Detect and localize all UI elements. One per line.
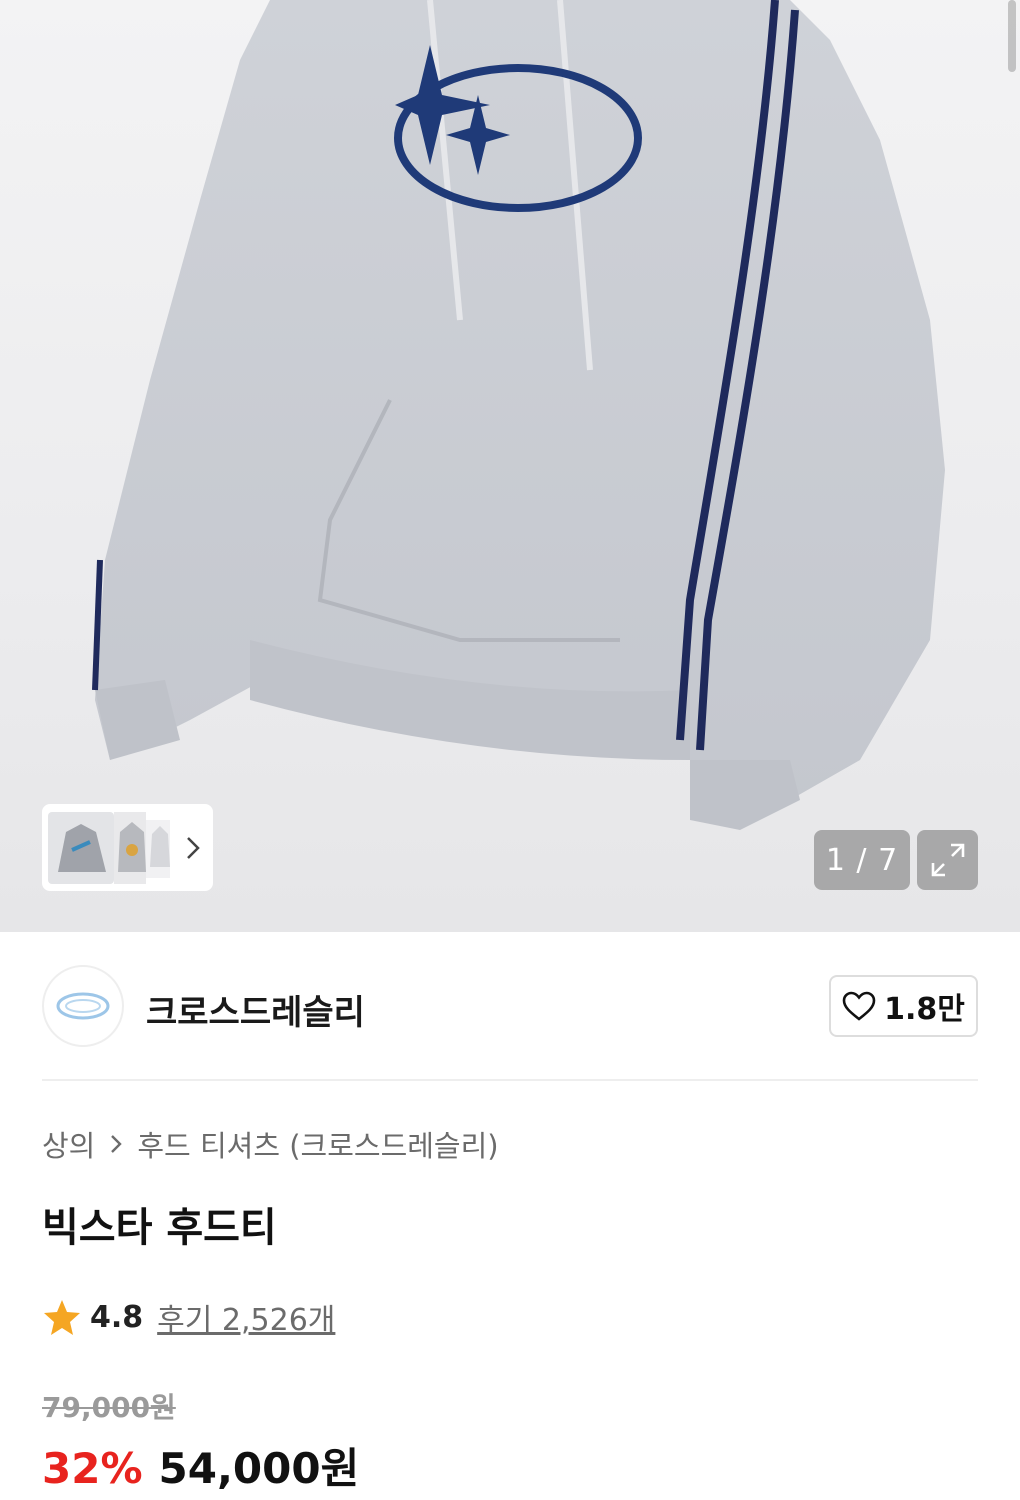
like-button[interactable]: 1.8만 (829, 975, 978, 1037)
thumbnail-strip[interactable] (42, 804, 213, 891)
divider (42, 1079, 978, 1081)
brand-row: 크로스드레슬리 1.8만 (42, 965, 978, 1047)
discount-rate: 32% (42, 1444, 143, 1493)
image-counter-text: 1 / 7 (825, 842, 899, 878)
heart-outline-icon (842, 991, 876, 1021)
brand-name[interactable]: 크로스드레슬리 (146, 985, 365, 1034)
thumbnail-preview (48, 811, 170, 884)
breadcrumb-category[interactable]: 상의 (42, 1123, 95, 1165)
sale-price: 54,000원 (158, 1444, 360, 1493)
chevron-right-icon (111, 1135, 123, 1153)
product-image-gallery[interactable]: 1 / 7 (0, 0, 1020, 932)
breadcrumb-subcategory[interactable]: 후드 티셔츠 (크로스드레슬리) (137, 1123, 498, 1165)
rating-row: 4.8 후기 2,526개 (42, 1296, 335, 1338)
like-count: 1.8만 (884, 992, 965, 1027)
thumbnail-next-button[interactable] (178, 828, 208, 868)
chevron-right-icon (187, 836, 200, 859)
breadcrumb: 상의 후드 티셔츠 (크로스드레슬리) (42, 1124, 499, 1164)
original-price: 79,000원 (42, 1391, 176, 1424)
rating-score: 4.8 (90, 1299, 144, 1335)
thumbnail-images[interactable] (48, 811, 170, 884)
scrollbar[interactable] (1008, 0, 1016, 72)
star-icon (44, 1300, 80, 1335)
product-title: 빅스타 후드티 (42, 1205, 277, 1251)
expand-button[interactable] (917, 830, 978, 890)
brand-logo-icon (56, 992, 110, 1020)
expand-icon (931, 843, 964, 877)
product-photo-hoodie (92, 0, 945, 830)
image-counter: 1 / 7 (814, 830, 910, 890)
brand-logo[interactable] (42, 965, 124, 1047)
price-row: 32% 54,000원 (42, 1435, 359, 1496)
review-count-link[interactable]: 후기 2,526개 (157, 1295, 335, 1339)
